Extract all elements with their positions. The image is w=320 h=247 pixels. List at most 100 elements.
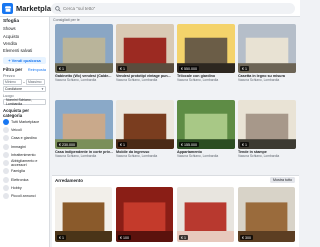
furniture-photo: € 100 [116, 187, 173, 242]
category-label: Immagini [11, 144, 26, 149]
listing-location: Vacuna Schiano, Lombardia [55, 154, 97, 158]
nav-vendita[interactable]: Vendita [3, 40, 46, 47]
top-bar: Marketplace [0, 0, 300, 17]
furniture-photo: € 300 [238, 187, 295, 242]
price-range: Minimo – Massimo [3, 78, 46, 85]
listing-location: Vacuna Schiano, Lombardia [238, 154, 280, 158]
listing-photo: € 1 [55, 24, 113, 73]
furniture-card[interactable]: € 1 [177, 187, 234, 242]
sidebar: Sfoglia Shows Acquisto Vendita Elementi … [0, 17, 50, 247]
category-label: Piccoli annunci [11, 194, 36, 199]
search-bar[interactable] [51, 3, 295, 14]
furniture-card[interactable]: € 1 [55, 187, 112, 242]
listing-price: € 1 [118, 66, 127, 71]
filters-reset-link[interactable]: Reimposta [28, 68, 46, 72]
price-separator: – [23, 79, 25, 84]
category-label: Intrattenimento [11, 152, 36, 157]
listing-card[interactable]: € 1 Vendesi prototipi vintage pun... Vacun… [116, 24, 174, 82]
nav-saved[interactable]: Elementi salvati [3, 47, 46, 54]
listing-photo: € 1 [116, 24, 174, 73]
category-item[interactable]: Elettronica [3, 176, 46, 184]
listing-photo: € 1 [116, 100, 174, 149]
breadcrumb: Consigliati per te [53, 18, 80, 22]
listing-location: Vacuna Schiano, Lombardia [177, 78, 219, 82]
furniture-title: Arredamento [55, 178, 84, 183]
listing-price: € 550.000 [179, 66, 199, 71]
listing-location: Vacuna Schiano, Lombardia [116, 78, 158, 82]
listing-location: Vacuna Schiano, Lombardia [238, 78, 280, 82]
price-min-input[interactable]: Minimo [3, 78, 22, 85]
listing-price: € 1 [57, 66, 66, 71]
furniture-price: € 100 [118, 235, 131, 240]
furniture-price: € 300 [240, 235, 253, 240]
nav-shows[interactable]: Shows [3, 25, 46, 32]
listing-photo: € 1 [238, 24, 296, 73]
listing-card[interactable]: € 550.000 Trilocale con giardino Vacuna Sc… [177, 24, 235, 82]
category-icon [3, 143, 9, 150]
search-input[interactable] [63, 6, 263, 11]
sell-button[interactable]: + Vendi qualcosa [3, 56, 46, 64]
listing-photo: € 155.000 [177, 100, 235, 149]
category-item[interactable]: Tutti Marketplace [3, 118, 46, 126]
category-icon [3, 126, 9, 133]
category-item[interactable]: Famiglia [3, 167, 46, 175]
category-item[interactable]: Immagini [3, 142, 46, 150]
category-item[interactable]: Abbigliamento e accessori [3, 159, 46, 167]
category-icon [3, 193, 9, 200]
listing-location: Vacuna Schiano, Lombardia [177, 154, 219, 158]
nav-acquisto[interactable]: Acquisto [3, 32, 46, 39]
condition-select[interactable]: Condizione ▼ [3, 85, 46, 92]
listing-card[interactable]: € 1 Tende in stampe Vacuna Schiano, Lombar… [238, 100, 296, 158]
listing-location: Vacuna Schiano, Lombardia [116, 154, 158, 158]
category-label: Abbigliamento e accessori [11, 159, 38, 168]
listing-price: € 1 [240, 66, 249, 71]
location-field[interactable]: Nonnini Schiano, Lombardia [3, 98, 46, 106]
category-item[interactable]: Intrattenimento [3, 151, 46, 159]
category-icon [3, 185, 9, 192]
listing-location: Vacuna Schiano, Lombardia [55, 78, 97, 82]
listing-photo: € 1 [238, 100, 296, 149]
listing-price: € 1 [118, 142, 127, 147]
filters-header: Filtra per Reimposta [3, 67, 46, 72]
listing-price: € 155.000 [179, 142, 199, 147]
furniture-price: € 1 [179, 235, 188, 240]
category-label: Casa e giardino [11, 136, 37, 141]
category-label: Hobby [11, 186, 22, 191]
listing-card[interactable]: € 1 Casetta in legno su misura Vacuna Schi… [238, 24, 296, 82]
category-icon [3, 160, 9, 167]
see-all-button[interactable]: Mostra tutto [270, 177, 295, 183]
category-label: Veicoli [11, 127, 22, 132]
furniture-card[interactable]: € 100 [116, 187, 173, 242]
listing-photo: € 550.000 [177, 24, 235, 73]
furniture-card[interactable]: € 300 [238, 187, 295, 242]
category-item[interactable]: Hobby [3, 184, 46, 192]
condition-value: Condizione [5, 86, 22, 91]
listing-card[interactable]: € 1 Gabinetto (Wc) vendesi (Calde... Vacun… [55, 24, 113, 82]
listing-card[interactable]: € 1 Mobile da ingresso Vacuna Schiano, Lom… [116, 100, 174, 158]
price-max-input[interactable]: Massimo [25, 78, 45, 85]
listing-card[interactable]: € 230.000 Casa indipendente in corte priv… [55, 100, 113, 158]
price-label: Prezzo [3, 73, 15, 78]
category-icon [3, 118, 9, 125]
category-icon [3, 135, 9, 142]
furniture-section: Arredamento Mostra tutto € 1 € 100 € 1 € 30… [52, 175, 299, 247]
category-icon [3, 151, 9, 158]
listing-price: € 230.000 [57, 142, 77, 147]
categories-title: Acquista per categoria [3, 107, 30, 118]
furniture-price: € 1 [57, 235, 66, 240]
category-label: Elettronica [11, 177, 29, 182]
listing-card[interactable]: € 155.000 Appartamento Vacuna Schiano, Lom… [177, 100, 235, 158]
category-item[interactable]: Casa e giardino [3, 134, 46, 142]
category-item[interactable]: Veicoli [3, 126, 46, 134]
search-icon [55, 5, 61, 12]
main-content: Consigliati per te € 1 Gabinetto (Wc) ven… [51, 17, 300, 247]
marketplace-shop-icon [2, 3, 13, 14]
category-list: Tutti Marketplace Veicoli Casa e giardino I… [3, 118, 46, 201]
furniture-photo: € 1 [177, 187, 234, 242]
category-label: Tutti Marketplace [11, 119, 40, 124]
chevron-down-icon: ▼ [41, 86, 44, 91]
category-icon [3, 168, 9, 175]
sidebar-heading: Sfoglia [3, 19, 19, 24]
listing-photo: € 230.000 [55, 100, 113, 149]
category-item[interactable]: Piccoli annunci [3, 192, 46, 200]
